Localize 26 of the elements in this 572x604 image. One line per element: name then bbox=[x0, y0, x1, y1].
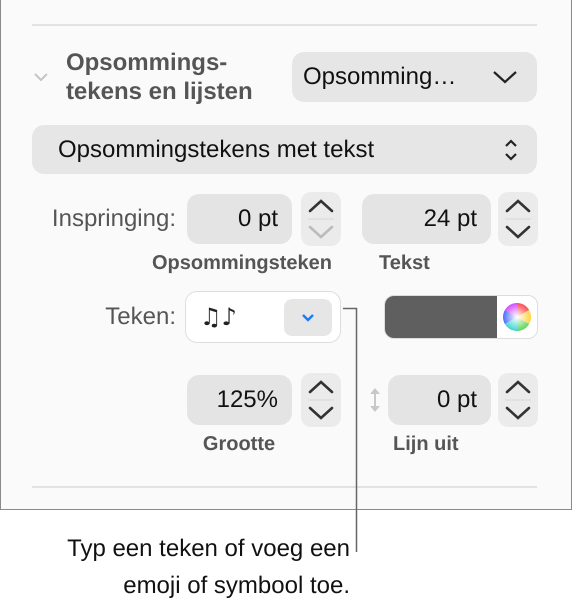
bullet-character: ♫♪ bbox=[200, 303, 237, 331]
baseline-field[interactable]: 0 pt bbox=[388, 375, 491, 425]
bullet-label: Teken: bbox=[104, 303, 177, 331]
size-field[interactable]: 125% bbox=[187, 375, 292, 425]
indent-field[interactable]: 24 pt bbox=[362, 194, 491, 244]
list-type-popup[interactable]: Opsommingstekens met tekst bbox=[32, 125, 537, 174]
field-caption: Lijn uit bbox=[392, 432, 460, 457]
color-wheel-icon[interactable] bbox=[502, 302, 532, 332]
vertical-arrows-icon bbox=[368, 386, 382, 414]
field-caption: Opsommingsteken bbox=[150, 251, 334, 276]
callout-text: Typ een teken of voeg een emoji of symbool toe. bbox=[67, 534, 350, 601]
indent-field[interactable]: 0 pt bbox=[187, 194, 292, 244]
indent-label: Inspringing: bbox=[50, 205, 177, 233]
stepper[interactable] bbox=[498, 373, 538, 427]
style-popup[interactable]: Opsomming… bbox=[292, 52, 537, 102]
bullet-field[interactable]: ♫♪ bbox=[185, 291, 341, 343]
section-title: Opsommings- tekens en lijsten bbox=[66, 48, 254, 106]
stepper[interactable] bbox=[498, 192, 538, 246]
field-caption: Grootte bbox=[202, 432, 276, 457]
chevron-down-icon bbox=[491, 69, 519, 85]
color-swatch[interactable] bbox=[385, 296, 497, 338]
stepper[interactable] bbox=[301, 373, 341, 427]
color-well[interactable] bbox=[384, 295, 538, 339]
chevron-down-icon bbox=[301, 312, 315, 322]
field-caption: Tekst bbox=[378, 251, 431, 276]
up-down-chevron-icon bbox=[503, 136, 519, 162]
